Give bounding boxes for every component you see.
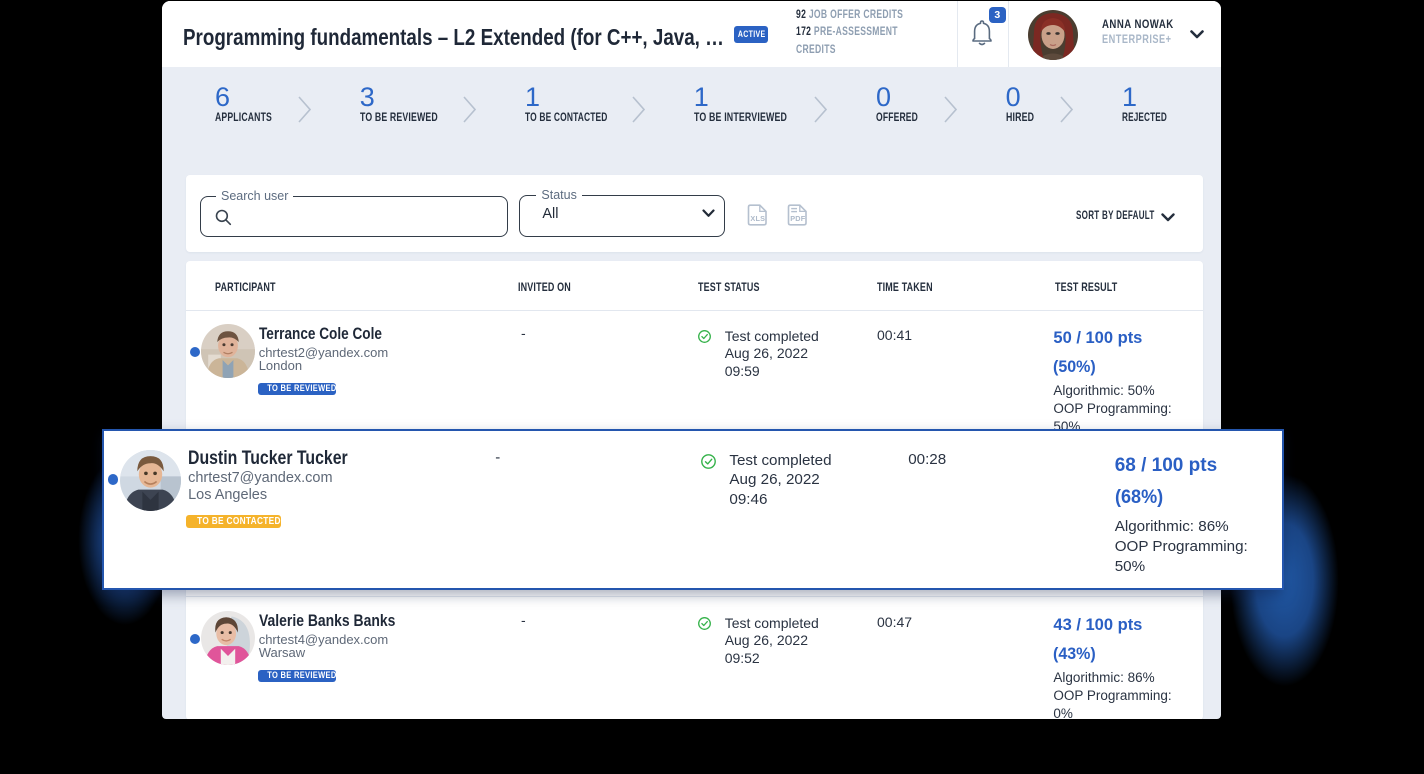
- svg-text:XLS: XLS: [750, 214, 765, 223]
- svg-text:PDF: PDF: [791, 214, 807, 223]
